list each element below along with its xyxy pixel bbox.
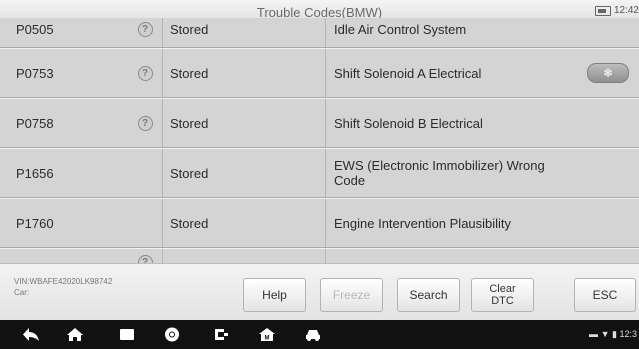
vehicle-info: VIN:WBAFE42020LK98742 Car: <box>14 276 112 298</box>
dtc-status: Stored <box>170 115 209 131</box>
back-icon[interactable] <box>22 327 40 342</box>
vci-icon[interactable] <box>212 327 230 342</box>
dtc-status: Stored <box>170 65 209 81</box>
svg-text:M: M <box>265 336 270 342</box>
clear-dtc-label-2: DTC <box>491 295 514 307</box>
help-button[interactable]: ? <box>130 49 160 97</box>
car-text: Car: <box>14 288 30 297</box>
dtc-code: P0753 <box>16 65 54 81</box>
dtc-description: Idle Air Control System <box>334 21 467 37</box>
dtc-code: P0758 <box>16 115 54 131</box>
table-row[interactable]: P0758 ? Stored Shift Solenoid B Electric… <box>0 98 639 148</box>
dtc-status: Stored <box>170 165 209 181</box>
battery-status: 12:42 <box>594 5 639 16</box>
home-icon[interactable] <box>66 327 84 342</box>
dtc-code: P1656 <box>16 165 54 181</box>
autel-home-icon[interactable]: M <box>258 327 276 342</box>
trouble-code-table[interactable]: P0505 ? Stored Idle Air Control System P… <box>0 18 639 263</box>
dtc-status: Stored <box>170 215 209 231</box>
dtc-description: EWS (Electronic Immobilizer) Wrong Code <box>334 158 545 188</box>
help-button[interactable]: ? <box>130 99 160 147</box>
battery-icon: ▮ <box>612 329 617 339</box>
system-nav-bar: M ▬ ▼ ▮ 12:3 <box>0 320 639 349</box>
freeze-button[interactable]: Freeze <box>320 278 383 312</box>
battery-icon <box>594 5 611 16</box>
dtc-code: P1760 <box>16 215 54 231</box>
snowflake-icon[interactable]: ❄ <box>587 63 629 83</box>
dtc-description: Engine Intervention Plausibility <box>334 215 512 231</box>
help-button[interactable]: ? <box>130 18 160 47</box>
question-icon: ? <box>137 255 153 263</box>
notification-icon: ▬ <box>589 329 599 339</box>
clear-dtc-label-1: Clear <box>489 283 516 295</box>
dtc-code: P0505 <box>16 21 54 37</box>
vin-text: VIN:WBAFE42020LK98742 <box>14 277 113 286</box>
table-row[interactable]: P0753 ? Stored Shift Solenoid A Electric… <box>0 48 639 98</box>
chrome-icon[interactable] <box>163 327 181 342</box>
car-icon[interactable] <box>304 327 322 342</box>
clear-dtc-button[interactable]: Clear DTC <box>471 278 534 312</box>
system-status: ▬ ▼ ▮ 12:3 <box>589 329 637 340</box>
recent-apps-icon[interactable] <box>118 327 136 342</box>
table-row[interactable]: P0505 ? Stored Idle Air Control System <box>0 18 639 48</box>
dtc-status: Stored <box>170 21 209 37</box>
esc-button[interactable]: ESC <box>574 278 636 312</box>
dtc-description: Shift Solenoid B Electrical <box>334 115 483 131</box>
bottom-toolbar: VIN:WBAFE42020LK98742 Car: Help Freeze S… <box>0 263 639 321</box>
table-row[interactable]: P1656 Stored EWS (Electronic Immobilizer… <box>0 148 639 198</box>
dtc-description: Shift Solenoid A Electrical <box>334 65 482 81</box>
help-button[interactable]: ? <box>130 249 160 263</box>
wifi-icon: ▼ <box>600 329 610 339</box>
search-button[interactable]: Search <box>397 278 460 312</box>
question-icon: ? <box>137 21 153 37</box>
question-icon: ? <box>137 115 153 131</box>
status-clock: 12:3 <box>619 329 637 339</box>
table-row[interactable]: ? <box>0 248 639 263</box>
help-button[interactable]: Help <box>243 278 306 312</box>
table-row[interactable]: P1760 Stored Engine Intervention Plausib… <box>0 198 639 248</box>
clock-text: 12:42 <box>613 5 639 16</box>
question-icon: ? <box>137 65 153 81</box>
